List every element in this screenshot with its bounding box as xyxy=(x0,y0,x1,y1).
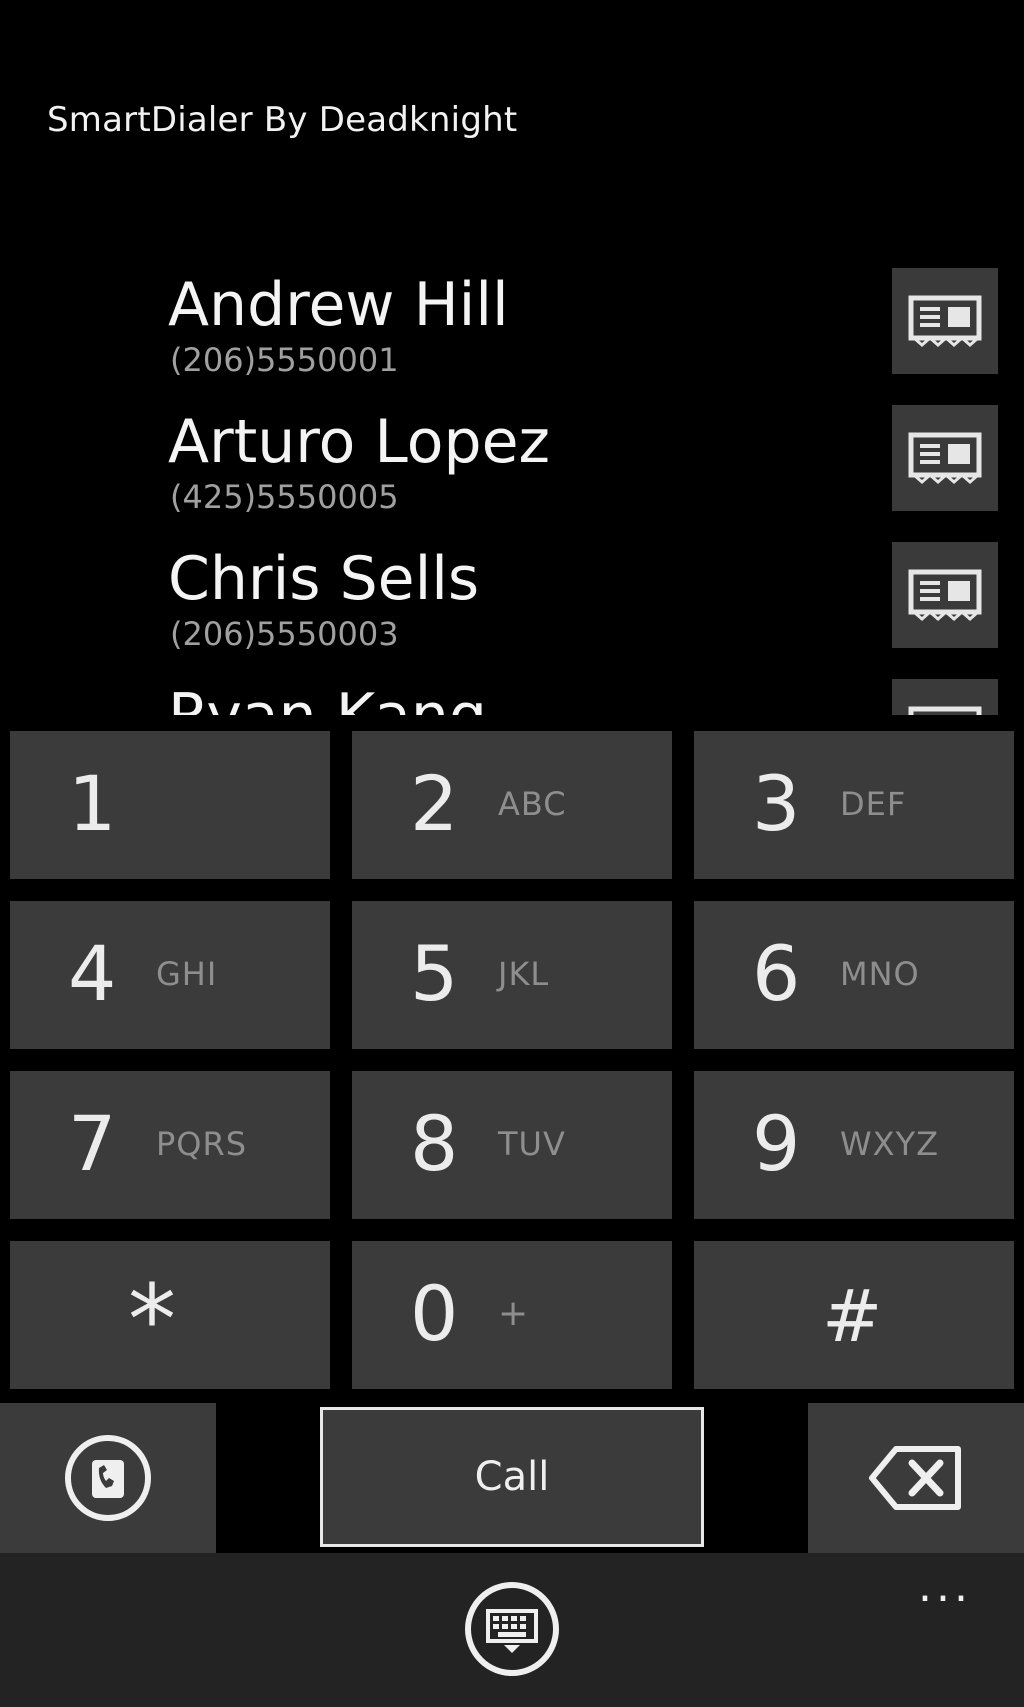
key-digit: 8 xyxy=(410,1099,459,1188)
key-4[interactable]: 4 GHI xyxy=(10,901,330,1049)
contact-card-button[interactable] xyxy=(892,268,998,374)
key-digit: 7 xyxy=(68,1099,117,1188)
contact-card-icon xyxy=(908,706,982,715)
key-9[interactable]: 9 WXYZ xyxy=(694,1071,1014,1219)
key-7[interactable]: 7 PQRS xyxy=(10,1071,330,1219)
backspace-icon xyxy=(869,1446,961,1510)
key-digit: 3 xyxy=(752,759,801,848)
contact-number: (206)5550001 xyxy=(170,341,399,379)
key-star[interactable]: * xyxy=(10,1241,330,1389)
key-6[interactable]: 6 MNO xyxy=(694,901,1014,1049)
contact-card-icon xyxy=(908,432,982,484)
key-5[interactable]: 5 JKL xyxy=(352,901,672,1049)
keyboard-icon xyxy=(465,1582,559,1676)
keyboard-toggle-button[interactable] xyxy=(462,1579,562,1679)
contact-name: Chris Sells xyxy=(168,544,480,614)
app-bar: ... xyxy=(0,1553,1024,1707)
key-letters: GHI xyxy=(156,955,218,993)
phone-icon xyxy=(65,1435,151,1521)
key-digit: 2 xyxy=(410,759,459,848)
key-digit: 0 xyxy=(410,1269,459,1358)
key-digit: 5 xyxy=(410,929,459,1018)
contacts-button[interactable] xyxy=(0,1403,216,1553)
key-0[interactable]: 0 + xyxy=(352,1241,672,1389)
contact-name: Ryan Kang xyxy=(168,679,487,715)
key-digit: 6 xyxy=(752,929,801,1018)
app-title: SmartDialer By Deadknight xyxy=(47,100,518,140)
key-8[interactable]: 8 TUV xyxy=(352,1071,672,1219)
smartdialer-screen: SmartDialer By Deadknight Andrew Hill (2… xyxy=(0,0,1024,1707)
contact-item[interactable]: Chris Sells (206)5550003 xyxy=(0,542,1024,679)
key-letters: DEF xyxy=(840,785,907,823)
contact-item[interactable]: Arturo Lopez (425)5550005 xyxy=(0,405,1024,542)
key-hash[interactable]: # xyxy=(694,1241,1014,1389)
contact-item[interactable]: Ryan Kang xyxy=(0,679,1024,715)
contact-card-icon xyxy=(908,295,982,347)
key-letters: ABC xyxy=(498,785,567,823)
key-digit: 4 xyxy=(68,929,117,1018)
contact-item[interactable]: Andrew Hill (206)5550001 xyxy=(0,268,1024,405)
key-digit: * xyxy=(128,1264,176,1376)
contact-name: Arturo Lopez xyxy=(168,407,550,477)
key-2[interactable]: 2 ABC xyxy=(352,731,672,879)
key-1[interactable]: 1 xyxy=(10,731,330,879)
key-letters: WXYZ xyxy=(840,1125,940,1163)
contact-number: (425)5550005 xyxy=(170,478,399,516)
contact-card-button[interactable] xyxy=(892,405,998,511)
contact-list[interactable]: Andrew Hill (206)5550001 Arturo Lopez (4… xyxy=(0,268,1024,715)
key-digit: 9 xyxy=(752,1099,801,1188)
key-letters: JKL xyxy=(498,955,550,993)
key-letters: MNO xyxy=(840,955,920,993)
contact-number: (206)5550003 xyxy=(170,615,399,653)
key-letters: TUV xyxy=(498,1125,566,1163)
more-options-button[interactable]: ... xyxy=(918,1565,972,1609)
key-digit: # xyxy=(822,1274,883,1358)
key-letters: PQRS xyxy=(156,1125,248,1163)
backspace-button[interactable] xyxy=(808,1403,1024,1553)
key-digit: 1 xyxy=(68,759,117,848)
contact-card-button[interactable] xyxy=(892,679,998,715)
key-3[interactable]: 3 DEF xyxy=(694,731,1014,879)
contact-card-button[interactable] xyxy=(892,542,998,648)
key-letters: + xyxy=(498,1293,530,1334)
contact-name: Andrew Hill xyxy=(168,270,509,340)
contact-card-icon xyxy=(908,569,982,621)
call-button[interactable]: Call xyxy=(320,1407,704,1547)
